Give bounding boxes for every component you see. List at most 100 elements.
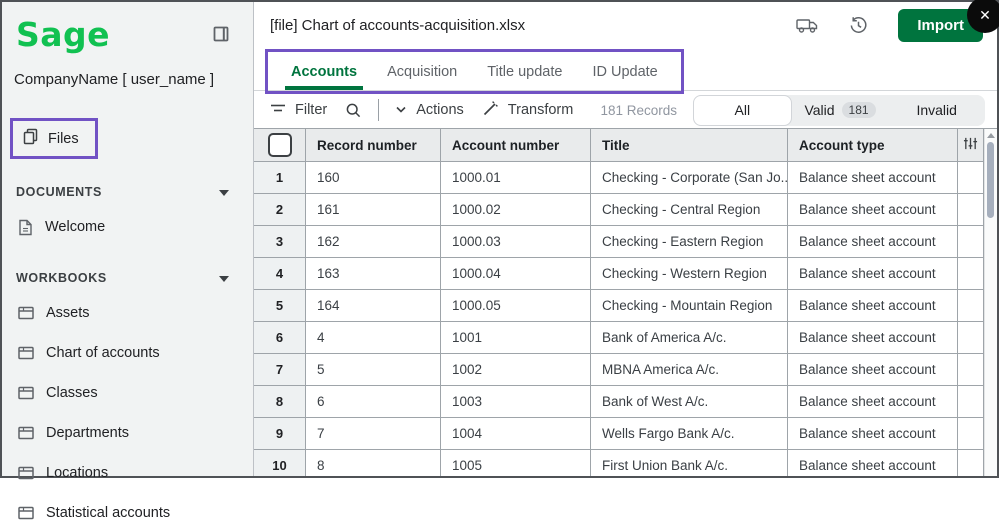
tab-id-update[interactable]: ID Update [577,52,672,91]
segment-invalid[interactable]: Invalid [888,95,985,126]
row-number-cell[interactable]: 8 [254,386,306,418]
account-type-cell[interactable]: Balance sheet account [788,386,958,418]
section-header-documents[interactable]: DOCUMENTS [2,185,253,199]
sidebar-item-chart-of-accounts[interactable]: Chart of accounts [2,335,253,371]
record-number-cell[interactable]: 4 [306,322,441,354]
row-number-cell[interactable]: 2 [254,194,306,226]
row-number-cell[interactable]: 10 [254,450,306,476]
filler-cell [958,418,984,450]
account-number-cell[interactable]: 1000.01 [441,162,591,194]
account-type-cell[interactable]: Balance sheet account [788,226,958,258]
title-cell[interactable]: First Union Bank A/c. [591,450,788,476]
title-cell[interactable]: Bank of West A/c. [591,386,788,418]
row-number-cell[interactable]: 3 [254,226,306,258]
column-header-title[interactable]: Title [591,129,788,162]
account-type-cell[interactable]: Balance sheet account [788,290,958,322]
account-type-cell[interactable]: Balance sheet account [788,418,958,450]
record-number-cell[interactable]: 161 [306,194,441,226]
search-button[interactable] [345,102,362,119]
scrollbar-thumb[interactable] [987,142,994,218]
record-number-cell[interactable]: 7 [306,418,441,450]
record-number-cell[interactable]: 6 [306,386,441,418]
row-number-cell[interactable]: 9 [254,418,306,450]
account-type-cell[interactable]: Balance sheet account [788,354,958,386]
filler-cell [958,450,984,476]
record-number-cell[interactable]: 164 [306,290,441,322]
workbook-icon [18,506,34,520]
validity-segmented-control: All Valid 181 Invalid [693,94,985,126]
column-header-record-number[interactable]: Record number [306,129,441,162]
column-settings-button[interactable] [958,129,984,162]
sidebar-item-assets[interactable]: Assets [2,295,253,331]
title-cell[interactable]: Checking - Eastern Region [591,226,788,258]
close-button[interactable]: ✕ [967,0,999,33]
account-number-cell[interactable]: 1003 [441,386,591,418]
account-number-cell[interactable]: 1000.02 [441,194,591,226]
record-number-cell[interactable]: 162 [306,226,441,258]
filler-cell [958,258,984,290]
main-header: [file] Chart of accounts-acquisition.xls… [254,2,997,48]
account-type-cell[interactable]: Balance sheet account [788,450,958,476]
account-type-cell[interactable]: Balance sheet account [788,162,958,194]
tabs-highlight-box: Accounts Acquisition Title update ID Update [265,49,684,94]
filter-button[interactable]: Filter [270,102,327,118]
collapse-sidebar-button[interactable] [213,26,229,42]
export-button[interactable] [796,17,819,34]
tab-acquisition[interactable]: Acquisition [372,52,472,91]
column-header-account-type[interactable]: Account type [788,129,958,162]
segment-label: Invalid [916,102,957,118]
account-number-cell[interactable]: 1004 [441,418,591,450]
title-cell[interactable]: Checking - Mountain Region [591,290,788,322]
account-number-cell[interactable]: 1001 [441,322,591,354]
history-button[interactable] [849,16,868,35]
row-number-cell[interactable]: 4 [254,258,306,290]
row-number-cell[interactable]: 7 [254,354,306,386]
tab-accounts[interactable]: Accounts [276,52,372,91]
caret-down-icon [219,271,229,285]
row-number-cell[interactable]: 5 [254,290,306,322]
row-number-cell[interactable]: 1 [254,162,306,194]
sidebar-item-files[interactable]: Files [10,118,98,159]
sidebar-item-statistical-accounts[interactable]: Statistical accounts [2,495,253,531]
account-number-cell[interactable]: 1005 [441,450,591,476]
record-number-cell[interactable]: 5 [306,354,441,386]
account-type-cell[interactable]: Balance sheet account [788,258,958,290]
record-number-cell[interactable]: 160 [306,162,441,194]
row-number-cell[interactable]: 6 [254,322,306,354]
table-body: 1 160 1000.01 Checking - Corporate (San Jo.… [254,162,984,476]
segment-valid[interactable]: Valid 181 [792,95,889,126]
scroll-up-icon[interactable] [987,133,995,138]
table-header-row: Record number Account number Title Account … [254,129,984,162]
select-all-checkbox[interactable] [267,133,292,157]
title-cell[interactable]: Checking - Central Region [591,194,788,226]
record-number-cell[interactable]: 8 [306,450,441,476]
toolbar-divider [378,99,380,121]
filler-cell [958,194,984,226]
title-cell[interactable]: MBNA America A/c. [591,354,788,386]
account-number-cell[interactable]: 1000.05 [441,290,591,322]
sidebar-item-classes[interactable]: Classes [2,375,253,411]
segment-all[interactable]: All [693,94,792,126]
transform-button[interactable]: Transform [482,100,573,121]
vertical-scrollbar[interactable] [984,129,997,476]
actions-menu-button[interactable]: Actions [395,102,464,118]
title-cell[interactable]: Checking - Western Region [591,258,788,290]
sidebar-item-departments[interactable]: Departments [2,415,253,451]
account-number-cell[interactable]: 1000.04 [441,258,591,290]
title-cell[interactable]: Bank of America A/c. [591,322,788,354]
column-header-account-number[interactable]: Account number [441,129,591,162]
account-number-cell[interactable]: 1000.03 [441,226,591,258]
account-type-cell[interactable]: Balance sheet account [788,194,958,226]
title-cell[interactable]: Checking - Corporate (San Jo... [591,162,788,194]
account-number-cell[interactable]: 1002 [441,354,591,386]
section-header-workbooks[interactable]: WORKBOOKS [2,271,253,285]
record-number-cell[interactable]: 163 [306,258,441,290]
sidebar-item-welcome[interactable]: Welcome [2,209,253,245]
select-all-cell [254,129,306,162]
document-icon [18,219,33,236]
title-cell[interactable]: Wells Fargo Bank A/c. [591,418,788,450]
sidebar-item-locations[interactable]: Locations [2,455,253,491]
caret-down-icon [219,185,229,199]
tab-title-update[interactable]: Title update [472,52,577,91]
account-type-cell[interactable]: Balance sheet account [788,322,958,354]
